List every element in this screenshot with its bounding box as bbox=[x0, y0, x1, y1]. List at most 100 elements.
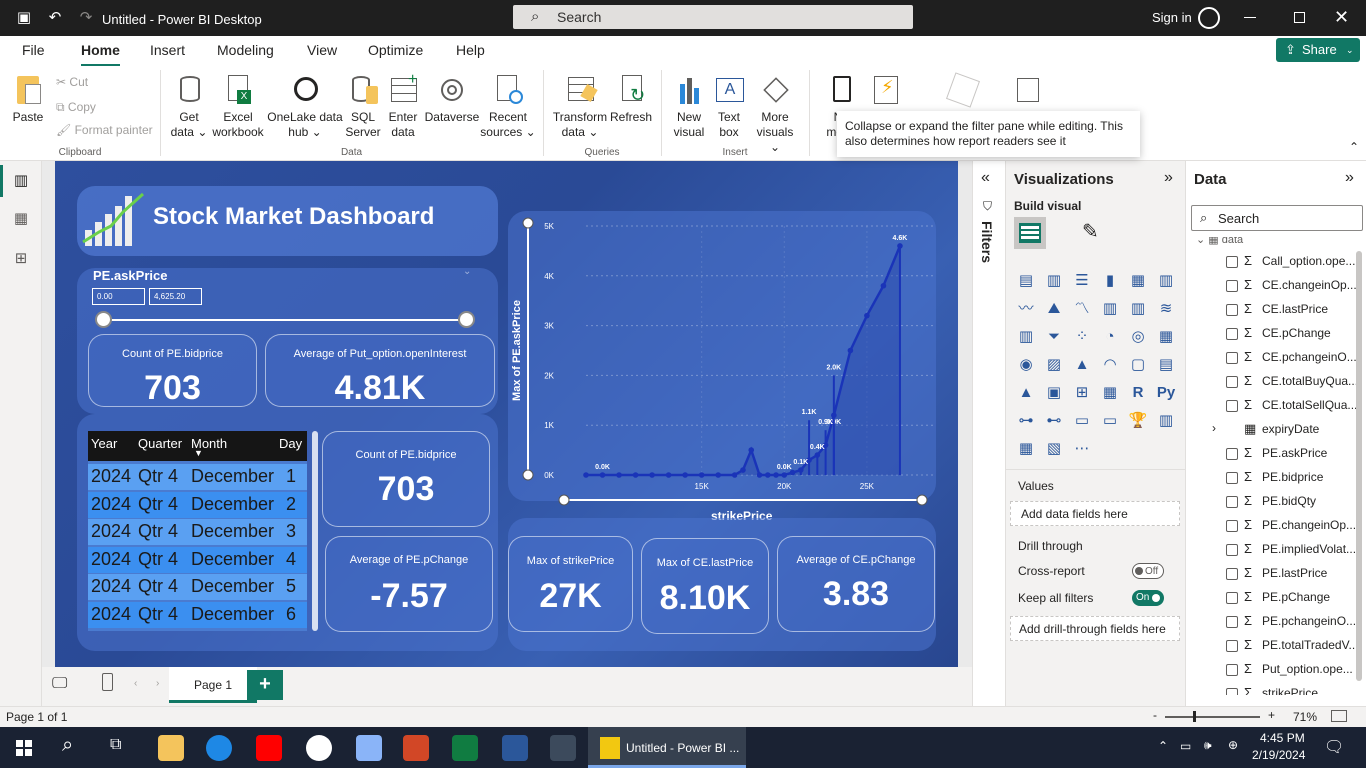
visual-type-icon[interactable]: ▢ bbox=[1128, 355, 1148, 375]
quick-measure-icon[interactable]: ⚡ bbox=[874, 76, 898, 104]
mobile-layout-icon[interactable] bbox=[102, 673, 113, 691]
zoom-in-icon[interactable]: + bbox=[1268, 708, 1275, 722]
prev-page-icon[interactable]: ‹ bbox=[134, 678, 137, 689]
dataverse-button[interactable]: Dataverse bbox=[424, 72, 480, 125]
redo-icon[interactable]: ↷ bbox=[76, 8, 96, 28]
powerpoint-icon[interactable] bbox=[403, 735, 429, 761]
sql-server-button[interactable]: SQL Server bbox=[344, 72, 382, 140]
cut-button[interactable]: ✂ Cut bbox=[56, 75, 88, 89]
field-checkbox[interactable] bbox=[1226, 352, 1238, 364]
visual-type-icon[interactable]: ▨ bbox=[1044, 355, 1064, 375]
slicer-min-handle[interactable] bbox=[95, 311, 112, 328]
snipping-tool-icon[interactable] bbox=[550, 735, 576, 761]
field-checkbox[interactable] bbox=[1226, 640, 1238, 652]
slicer-max-input[interactable]: 4,625.20 bbox=[149, 288, 202, 305]
visual-type-icon[interactable]: ◔ bbox=[1100, 327, 1120, 347]
tab-home[interactable]: Home bbox=[81, 42, 120, 67]
table-row[interactable]: 2024 Qtr 4 December 2 bbox=[88, 491, 307, 518]
slicer-max-handle[interactable] bbox=[458, 311, 475, 328]
tab-insert[interactable]: Insert bbox=[150, 42, 185, 58]
excel-icon[interactable] bbox=[452, 735, 478, 761]
collapse-ribbon-icon[interactable]: ⌃ bbox=[1349, 140, 1359, 154]
zoom-slider-handle[interactable] bbox=[1193, 711, 1196, 722]
save-icon[interactable]: ▣ bbox=[14, 8, 34, 28]
visual-type-icon[interactable]: ◎ bbox=[1128, 327, 1148, 347]
tab-modeling[interactable]: Modeling bbox=[217, 42, 274, 58]
slicer-min-input[interactable]: 0.00 bbox=[92, 288, 145, 305]
zoom-slider[interactable] bbox=[1165, 716, 1260, 718]
visual-type-icon[interactable]: ▭ bbox=[1100, 411, 1120, 431]
chatgpt-icon[interactable] bbox=[306, 735, 332, 761]
field-checkbox[interactable] bbox=[1226, 544, 1238, 556]
field-checkbox[interactable] bbox=[1226, 616, 1238, 628]
copy-button[interactable]: ⧉ Copy bbox=[56, 100, 96, 115]
table-row[interactable]: 2024 Qtr 4 December 5 bbox=[88, 574, 307, 600]
field-checkbox[interactable] bbox=[1226, 664, 1238, 676]
filters-label[interactable]: Filters bbox=[979, 221, 995, 263]
table-scrollbar[interactable] bbox=[312, 431, 318, 631]
table-node[interactable]: ⌄ ▦ data bbox=[1196, 237, 1243, 246]
account-icon[interactable] bbox=[1198, 7, 1220, 29]
volume-icon[interactable]: 🕪 bbox=[1204, 738, 1212, 753]
visual-type-icon[interactable]: ☰ bbox=[1072, 271, 1092, 291]
format-painter-button[interactable]: 🖌 Format painter bbox=[56, 123, 153, 137]
header-quarter[interactable]: Quarter bbox=[138, 436, 182, 451]
visual-type-icon[interactable]: ▦ bbox=[1128, 271, 1148, 291]
visual-type-icon[interactable]: ≋ bbox=[1156, 299, 1176, 319]
visual-type-icon[interactable]: ▮ bbox=[1100, 271, 1120, 291]
visual-type-icon[interactable]: ▦ bbox=[1100, 383, 1120, 403]
drill-through-well[interactable]: Add drill-through fields here bbox=[1010, 616, 1180, 641]
get-data-button[interactable]: Get data ⌄ bbox=[168, 72, 210, 140]
visual-type-icon[interactable]: ▤ bbox=[1156, 355, 1176, 375]
transform-data-button[interactable]: Transform data ⌄ bbox=[552, 72, 608, 140]
visual-type-icon[interactable]: ▥ bbox=[1156, 271, 1176, 291]
format-visual-icon[interactable]: ✎ bbox=[1082, 219, 1108, 247]
values-well[interactable]: Add data fields here bbox=[1010, 501, 1180, 526]
fit-to-page-icon[interactable] bbox=[1331, 710, 1347, 722]
paste-button[interactable]: Paste bbox=[10, 72, 46, 125]
tab-optimize[interactable]: Optimize bbox=[368, 42, 423, 58]
taskbar-powerbi-item[interactable]: Untitled - Power BI ... bbox=[588, 727, 746, 768]
table-row[interactable]: 2024 Qtr 4 December 3 bbox=[88, 519, 307, 545]
undo-icon[interactable]: ↶ bbox=[45, 8, 65, 28]
field-checkbox[interactable] bbox=[1226, 688, 1238, 695]
visual-type-icon[interactable]: ▥ bbox=[1044, 271, 1064, 291]
expand-filters-icon[interactable]: « bbox=[981, 169, 990, 187]
youtube-icon[interactable] bbox=[256, 735, 282, 761]
enter-data-button[interactable]: + Enter data bbox=[384, 72, 422, 140]
report-view-icon[interactable]: ▥ bbox=[10, 171, 32, 193]
visual-type-icon[interactable]: ⊶ bbox=[1016, 411, 1036, 431]
field-checkbox[interactable] bbox=[1226, 376, 1238, 388]
visual-type-icon[interactable]: ▲ bbox=[1016, 383, 1036, 403]
file-explorer-icon[interactable] bbox=[158, 735, 184, 761]
desktop-layout-icon[interactable]: 🖵 bbox=[52, 675, 67, 693]
field-checkbox[interactable] bbox=[1226, 328, 1238, 340]
line-chart[interactable]: 0K1K2K3K4K5K15K 20K 25K0.0K 0.0K0.1K1.1K0.4… bbox=[508, 211, 936, 511]
next-page-icon[interactable]: › bbox=[156, 678, 159, 689]
field-checkbox[interactable] bbox=[1226, 472, 1238, 484]
sign-in-link[interactable]: Sign in bbox=[1152, 10, 1192, 25]
tab-file[interactable]: File bbox=[22, 42, 45, 58]
task-view-icon[interactable]: ⧉ bbox=[110, 736, 121, 754]
visual-type-icon[interactable]: ▥ bbox=[1156, 411, 1176, 431]
visual-type-icon[interactable]: ⊞ bbox=[1072, 383, 1092, 403]
visual-type-icon[interactable]: ▥ bbox=[1016, 327, 1036, 347]
visual-type-icon[interactable]: 〽 bbox=[1072, 299, 1092, 319]
onelake-button[interactable]: OneLake data hub ⌄ bbox=[267, 72, 343, 140]
recent-sources-button[interactable]: Recent sources ⌄ bbox=[480, 72, 536, 140]
windows-start-icon[interactable] bbox=[16, 740, 32, 756]
battery-icon[interactable]: ▭ bbox=[1180, 739, 1191, 753]
page-tab-1[interactable]: Page 1 bbox=[169, 667, 257, 703]
search-icon[interactable]: ⌕ bbox=[62, 734, 73, 757]
data-search-input[interactable]: ⌕ Search bbox=[1191, 205, 1363, 231]
notifications-icon[interactable]: 🗨 bbox=[1324, 737, 1344, 757]
visual-type-icon[interactable]: ⏷ bbox=[1044, 327, 1064, 347]
keep-filters-toggle[interactable]: On bbox=[1132, 590, 1164, 606]
field-checkbox[interactable] bbox=[1226, 592, 1238, 604]
visual-type-icon[interactable]: ◠ bbox=[1100, 355, 1120, 375]
edge-icon[interactable] bbox=[206, 735, 232, 761]
chevron-up-icon[interactable]: ⌃ bbox=[1158, 739, 1168, 753]
visual-type-icon[interactable]: ▦ bbox=[1156, 327, 1176, 347]
header-year[interactable]: Year bbox=[91, 436, 117, 451]
table-view-icon[interactable]: ▦ bbox=[10, 209, 32, 231]
